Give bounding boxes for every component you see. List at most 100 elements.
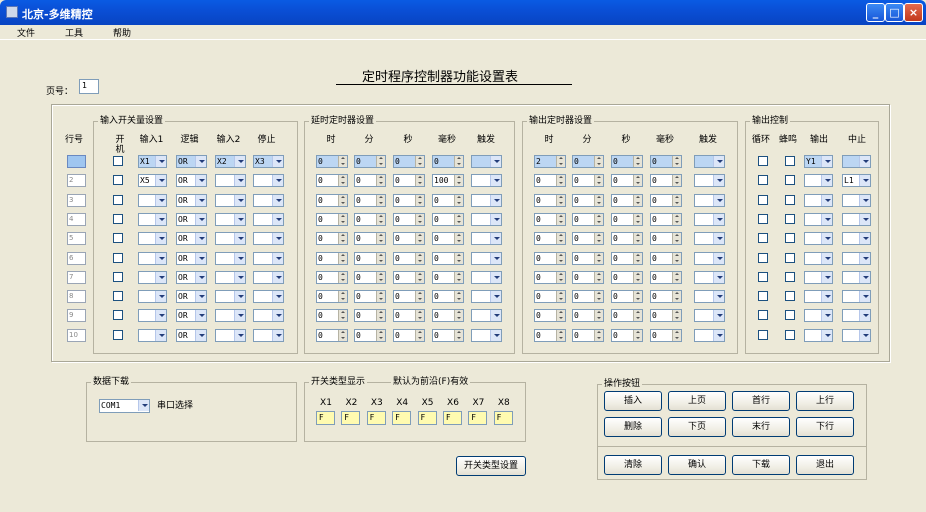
output-trigger-select[interactable] xyxy=(694,193,725,207)
stop-select[interactable] xyxy=(253,290,284,304)
loop-checkbox[interactable] xyxy=(758,291,768,302)
output-minute[interactable]: 0 xyxy=(572,290,604,304)
loop-checkbox[interactable] xyxy=(758,213,768,224)
stop-select[interactable] xyxy=(253,212,284,226)
input1-select[interactable] xyxy=(138,193,167,207)
loop-checkbox[interactable] xyxy=(758,329,768,340)
output-trigger-select[interactable] xyxy=(694,328,725,342)
delay-hour[interactable]: 0 xyxy=(316,309,348,323)
power-on-checkbox[interactable] xyxy=(113,194,123,205)
buzzer-checkbox[interactable] xyxy=(785,233,795,244)
input2-select[interactable] xyxy=(215,212,246,226)
power-on-checkbox[interactable] xyxy=(113,156,123,166)
output-select[interactable] xyxy=(804,212,833,226)
op-button-row2-3[interactable]: 下行 xyxy=(796,417,854,437)
delay-minute[interactable]: 0 xyxy=(354,174,386,188)
output-second[interactable]: 0 xyxy=(611,212,643,226)
stop-select[interactable] xyxy=(253,251,284,265)
output-select[interactable] xyxy=(804,251,833,265)
delay-millisecond[interactable]: 0 xyxy=(432,232,464,246)
input2-select[interactable] xyxy=(215,270,246,284)
output-millisecond[interactable]: 0 xyxy=(650,155,682,168)
delay-second[interactable]: 0 xyxy=(393,232,425,246)
input2-select[interactable] xyxy=(215,193,246,207)
logic-select[interactable]: OR xyxy=(176,251,207,265)
op-button-row2-2[interactable]: 末行 xyxy=(732,417,790,437)
output-hour[interactable]: 0 xyxy=(534,290,566,304)
output-millisecond[interactable]: 0 xyxy=(650,309,682,323)
row-number[interactable]: 2 xyxy=(67,174,86,188)
buzzer-checkbox[interactable] xyxy=(785,156,795,166)
logic-select[interactable]: OR xyxy=(176,328,207,342)
delay-second[interactable]: 0 xyxy=(393,155,425,168)
output-hour[interactable]: 0 xyxy=(534,212,566,226)
delay-hour[interactable]: 0 xyxy=(316,155,348,168)
delay-trigger-select[interactable] xyxy=(471,328,502,342)
power-on-checkbox[interactable] xyxy=(113,213,123,224)
menu-help[interactable]: 帮助 xyxy=(113,26,131,39)
power-on-checkbox[interactable] xyxy=(113,252,123,263)
delay-minute[interactable]: 0 xyxy=(354,270,386,284)
delay-hour[interactable]: 0 xyxy=(316,212,348,226)
op-button-row2-0[interactable]: 删除 xyxy=(604,417,662,437)
abort-select[interactable] xyxy=(842,155,871,168)
input2-select[interactable] xyxy=(215,232,246,246)
op-button-row3-0[interactable]: 清除 xyxy=(604,455,662,475)
delay-second[interactable]: 0 xyxy=(393,270,425,284)
delay-hour[interactable]: 0 xyxy=(316,232,348,246)
output-second[interactable]: 0 xyxy=(611,155,643,168)
buzzer-checkbox[interactable] xyxy=(785,175,795,186)
delay-trigger-select[interactable] xyxy=(471,309,502,323)
logic-select[interactable]: OR xyxy=(176,309,207,323)
stop-select[interactable] xyxy=(253,270,284,284)
row-number[interactable]: 6 xyxy=(67,251,86,265)
delay-millisecond[interactable]: 0 xyxy=(432,193,464,207)
input2-select[interactable] xyxy=(215,290,246,304)
output-millisecond[interactable]: 0 xyxy=(650,270,682,284)
logic-select[interactable]: OR xyxy=(176,212,207,226)
menu-file[interactable]: 文件 xyxy=(17,26,35,39)
output-second[interactable]: 0 xyxy=(611,270,643,284)
delay-second[interactable]: 0 xyxy=(393,212,425,226)
buzzer-checkbox[interactable] xyxy=(785,213,795,224)
output-second[interactable]: 0 xyxy=(611,232,643,246)
row-number[interactable]: 10 xyxy=(67,328,86,342)
output-select[interactable] xyxy=(804,309,833,323)
buzzer-checkbox[interactable] xyxy=(785,194,795,205)
output-minute[interactable]: 0 xyxy=(572,155,604,168)
output-minute[interactable]: 0 xyxy=(572,193,604,207)
abort-select[interactable] xyxy=(842,309,871,323)
output-trigger-select[interactable] xyxy=(694,155,725,168)
input1-select[interactable] xyxy=(138,270,167,284)
output-select[interactable] xyxy=(804,193,833,207)
output-hour[interactable]: 0 xyxy=(534,193,566,207)
output-hour[interactable]: 0 xyxy=(534,232,566,246)
input2-select[interactable] xyxy=(215,309,246,323)
loop-checkbox[interactable] xyxy=(758,252,768,263)
output-hour[interactable]: 0 xyxy=(534,270,566,284)
loop-checkbox[interactable] xyxy=(758,156,768,166)
output-hour[interactable]: 0 xyxy=(534,328,566,342)
switch-type-x4[interactable]: F xyxy=(392,411,412,425)
output-minute[interactable]: 0 xyxy=(572,232,604,246)
row-number[interactable]: 8 xyxy=(67,290,86,304)
loop-checkbox[interactable] xyxy=(758,175,768,186)
output-millisecond[interactable]: 0 xyxy=(650,328,682,342)
delay-hour[interactable]: 0 xyxy=(316,193,348,207)
input1-select[interactable] xyxy=(138,212,167,226)
loop-checkbox[interactable] xyxy=(758,194,768,205)
output-second[interactable]: 0 xyxy=(611,309,643,323)
delay-hour[interactable]: 0 xyxy=(316,174,348,188)
input1-select[interactable]: X5 xyxy=(138,174,167,188)
output-second[interactable]: 0 xyxy=(611,328,643,342)
output-select[interactable] xyxy=(804,328,833,342)
output-millisecond[interactable]: 0 xyxy=(650,212,682,226)
delay-minute[interactable]: 0 xyxy=(354,212,386,226)
buzzer-checkbox[interactable] xyxy=(785,291,795,302)
output-select[interactable] xyxy=(804,174,833,188)
output-trigger-select[interactable] xyxy=(694,174,725,188)
abort-select[interactable] xyxy=(842,290,871,304)
stop-select[interactable] xyxy=(253,232,284,246)
delay-trigger-select[interactable] xyxy=(471,212,502,226)
delay-second[interactable]: 0 xyxy=(393,328,425,342)
